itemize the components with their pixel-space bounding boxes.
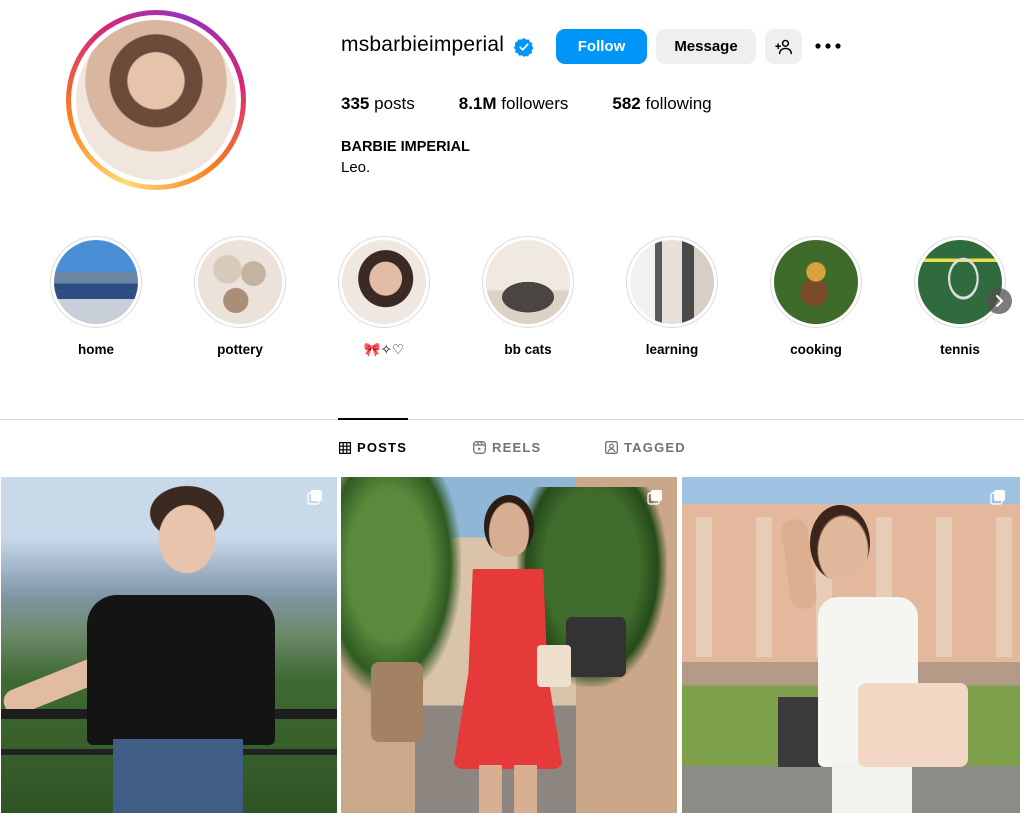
tab-tagged[interactable]: TAGGED	[605, 440, 686, 455]
posts-count: 335	[341, 94, 370, 113]
highlight-thumb	[54, 240, 138, 324]
highlight-ring	[50, 236, 142, 328]
multi-photo-icon	[990, 490, 1005, 505]
photo-detail	[810, 505, 870, 581]
highlight-bb-cats[interactable]: bb cats	[480, 236, 576, 357]
highlight-ring	[626, 236, 718, 328]
grid-icon	[339, 441, 351, 454]
highlight-label: bb cats	[504, 342, 552, 357]
highlight-ring	[338, 236, 430, 328]
multi-photo-icon	[647, 490, 662, 505]
highlight-learning[interactable]: learning	[624, 236, 720, 357]
full-name: BARBIE IMPERIAL	[341, 139, 470, 155]
photo-detail	[113, 739, 243, 813]
highlight-label: home	[77, 342, 114, 357]
follow-button[interactable]: Follow	[556, 29, 647, 64]
highlight-label: 🎀✧♡	[363, 342, 405, 357]
photo-detail	[371, 662, 423, 742]
photo-detail	[566, 617, 626, 677]
photo-detail	[858, 683, 968, 767]
highlight-label: pottery	[217, 342, 263, 357]
tab-posts[interactable]: POSTS	[339, 440, 407, 455]
message-button[interactable]: Message	[656, 29, 756, 64]
tab-reels[interactable]: REELS	[473, 440, 541, 455]
followers-stat[interactable]: 8.1M followers	[459, 94, 569, 114]
highlight-label: cooking	[790, 342, 842, 357]
chevron-right-icon	[996, 295, 1003, 307]
tab-label: REELS	[492, 440, 542, 455]
highlight-pottery[interactable]: pottery	[192, 236, 288, 357]
tab-label: POSTS	[357, 440, 408, 455]
username: msbarbieimperial	[341, 33, 505, 56]
highlight-thumb	[630, 240, 714, 324]
story-highlights: home pottery 🎀✧♡ bb cats learning cookin…	[0, 236, 1024, 366]
highlight-thumb	[342, 240, 426, 324]
followers-count: 8.1M	[458, 94, 497, 113]
highlight-ring	[914, 236, 1006, 328]
photo-detail	[479, 765, 537, 813]
highlight-ring	[770, 236, 862, 328]
highlight-thumb	[486, 240, 570, 324]
photo-detail	[832, 763, 912, 813]
more-options-button[interactable]	[812, 33, 844, 59]
following-label: following	[645, 94, 712, 113]
highlight-ribbon[interactable]: 🎀✧♡	[336, 236, 432, 358]
highlight-cooking[interactable]: cooking	[768, 236, 864, 357]
profile-stats: 335 posts 8.1M followers 582 following	[341, 94, 756, 114]
avatar-photo	[76, 20, 236, 180]
photo-detail	[537, 645, 571, 687]
post-thumbnail[interactable]	[682, 477, 1020, 813]
highlight-thumb	[198, 240, 282, 324]
photo-detail	[87, 595, 275, 745]
verified-badge-icon	[514, 38, 534, 57]
following-stat[interactable]: 582 following	[612, 94, 711, 114]
tab-label: TAGGED	[624, 440, 686, 455]
photo-detail	[484, 495, 534, 557]
tabs-divider	[0, 419, 1024, 420]
reels-icon	[473, 441, 486, 454]
highlights-next-button[interactable]	[986, 288, 1012, 314]
bio-text: Leo.	[341, 159, 371, 176]
following-count: 582	[612, 94, 641, 113]
highlight-ring	[194, 236, 286, 328]
highlight-label: tennis	[940, 342, 980, 357]
active-tab-indicator	[338, 418, 408, 420]
multi-photo-icon	[307, 490, 322, 505]
avatar-inner	[71, 15, 241, 185]
posts-stat: 335 posts	[341, 94, 415, 114]
post-thumbnail[interactable]	[1, 477, 337, 813]
followers-label: followers	[501, 94, 569, 113]
highlight-label: learning	[645, 342, 699, 357]
posts-label: posts	[374, 94, 415, 113]
profile-avatar[interactable]	[66, 10, 246, 190]
highlight-ring	[482, 236, 574, 328]
highlight-thumb	[774, 240, 858, 324]
tagged-icon	[605, 441, 618, 454]
highlight-home[interactable]: home	[48, 236, 144, 357]
suggested-users-button[interactable]	[765, 29, 802, 64]
ellipsis-icon	[815, 43, 841, 49]
post-thumbnail[interactable]	[341, 477, 677, 813]
add-user-icon	[774, 39, 792, 54]
highlight-thumb	[918, 240, 1002, 324]
